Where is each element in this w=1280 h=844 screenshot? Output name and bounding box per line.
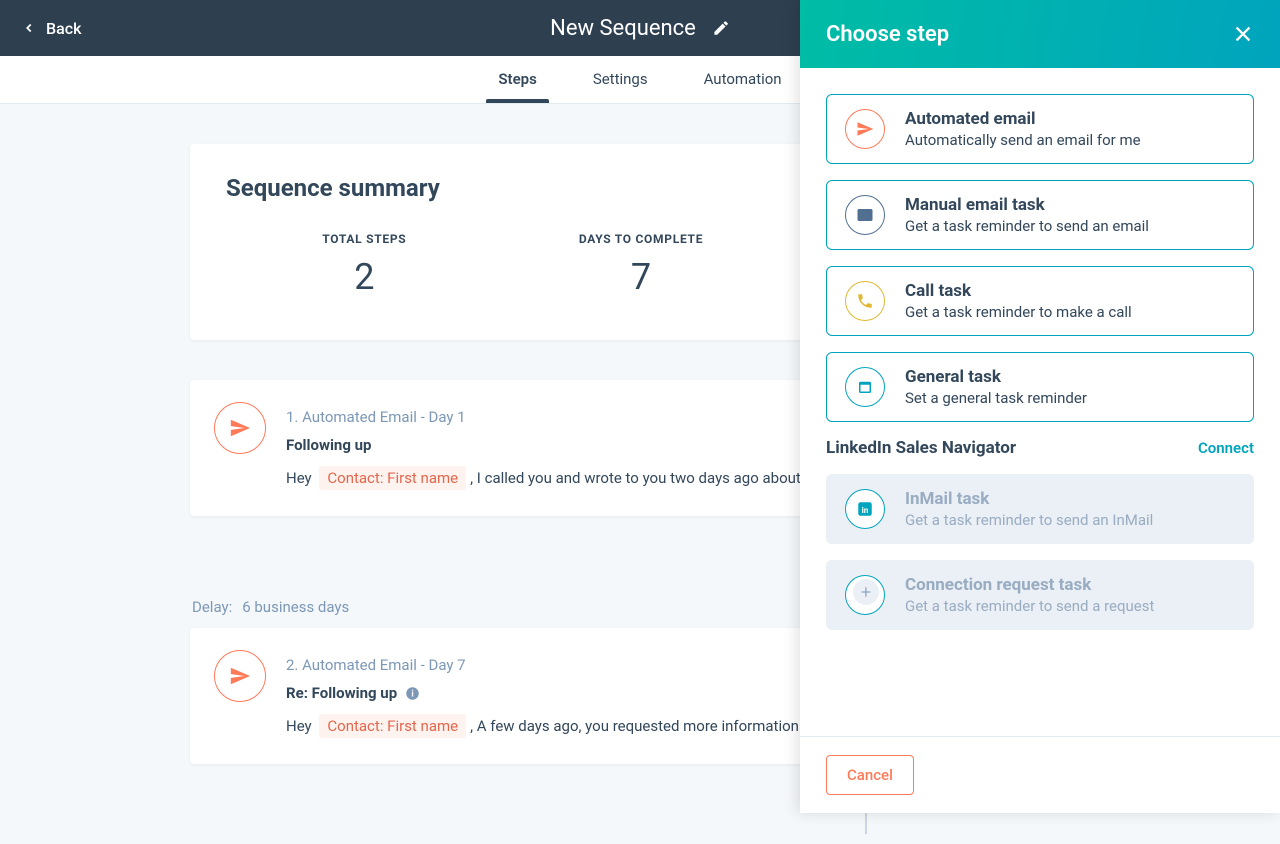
merge-token: Contact: First name	[319, 714, 466, 738]
close-icon[interactable]	[1232, 23, 1254, 45]
option-manual-email[interactable]: Manual email taskGet a task reminder to …	[826, 180, 1254, 250]
back-button[interactable]: Back	[0, 19, 81, 38]
page-title: New Sequence	[550, 16, 696, 41]
svg-text:in: in	[862, 506, 869, 516]
calendar-icon	[845, 367, 885, 407]
send-icon	[845, 109, 885, 149]
send-icon	[214, 650, 266, 702]
edit-icon[interactable]	[712, 19, 730, 37]
tab-automation[interactable]: Automation	[676, 55, 810, 103]
days-value: 7	[503, 256, 780, 298]
info-icon[interactable]: i	[405, 686, 420, 701]
delay-value: 6 business days	[242, 598, 349, 616]
tab-steps[interactable]: Steps	[470, 55, 564, 103]
envelope-icon	[845, 195, 885, 235]
chevron-left-icon	[22, 21, 36, 35]
option-automated-email[interactable]: Automated emailAutomatically send an ema…	[826, 94, 1254, 164]
total-steps-label: TOTAL STEPS	[226, 232, 503, 246]
add-step-button[interactable]: +	[853, 579, 879, 605]
linkedin-section-title: LinkedIn Sales Navigator	[826, 438, 1016, 458]
option-call-task[interactable]: Call taskGet a task reminder to make a c…	[826, 266, 1254, 336]
back-label: Back	[46, 19, 81, 38]
merge-token: Contact: First name	[319, 466, 466, 490]
total-steps-value: 2	[226, 256, 503, 298]
tab-settings[interactable]: Settings	[565, 55, 676, 103]
choose-step-panel: Choose step Automated emailAutomatically…	[800, 0, 1280, 813]
linkedin-icon: in	[845, 489, 885, 529]
option-connection-request: in Connection request taskGet a task rem…	[826, 560, 1254, 630]
option-general-task[interactable]: General taskSet a general task reminder	[826, 352, 1254, 422]
svg-text:i: i	[411, 689, 413, 699]
send-icon	[214, 402, 266, 454]
cancel-button[interactable]: Cancel	[826, 755, 914, 795]
days-label: DAYS TO COMPLETE	[503, 232, 780, 246]
panel-title: Choose step	[826, 22, 949, 47]
phone-icon	[845, 281, 885, 321]
delay-label: Delay:	[192, 598, 232, 616]
linkedin-connect-link[interactable]: Connect	[1198, 439, 1254, 457]
option-inmail-task: in InMail taskGet a task reminder to sen…	[826, 474, 1254, 544]
